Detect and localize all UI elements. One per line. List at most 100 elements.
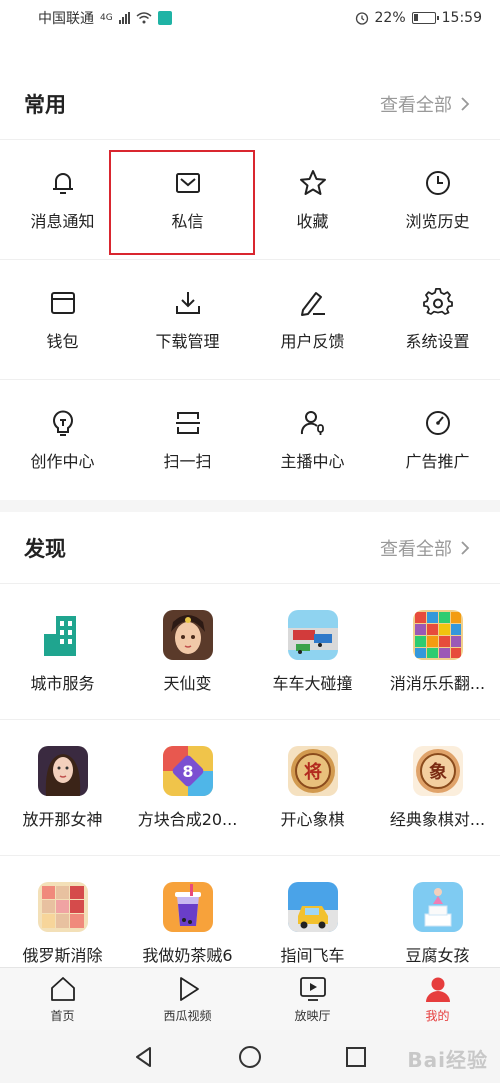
see-all-label: 查看全部 [380, 94, 452, 116]
tab-label: 首页 [50, 1009, 75, 1023]
discover-row-2: 放开那女神 8 方块合成20... 将 开心象棋 象 经典象棋对... [0, 720, 500, 856]
discover-item-tianxianbian[interactable]: 天仙变 [125, 584, 250, 719]
discover-item-city-services[interactable]: 城市服务 [0, 584, 125, 719]
common-title: 常用 [24, 92, 66, 117]
tab-mine[interactable]: 我的 [375, 968, 500, 1030]
game-block-merge-icon: 8 [162, 745, 213, 796]
game-taxi-icon [287, 882, 338, 932]
download-icon [175, 291, 200, 314]
carrier-label: 中国联通 [38, 11, 94, 27]
common-item-history[interactable]: 浏览历史 [375, 140, 500, 259]
watermark: Bai经验 [407, 1048, 488, 1072]
back-icon[interactable] [132, 1045, 156, 1069]
battery-icon [411, 12, 439, 24]
common-item-notifications[interactable]: 消息通知 [0, 140, 125, 259]
tab-label: 我的 [425, 1009, 450, 1023]
top-spacer [0, 36, 500, 68]
common-item-wallet[interactable]: 钱包 [0, 260, 125, 379]
play-icon [179, 977, 199, 1001]
status-bar: 中国联通 4G 22% 15:59 [0, 0, 500, 36]
item-label: 经典象棋对... [389, 809, 486, 829]
signal-icon [118, 12, 130, 24]
discover-item-happy-chess[interactable]: 将 开心象棋 [250, 720, 375, 855]
item-label: 主播中心 [280, 452, 345, 471]
item-label: 系统设置 [405, 331, 470, 351]
discover-item-classic-chess[interactable]: 象 经典象棋对... [375, 720, 500, 855]
home-button-icon[interactable] [238, 1045, 262, 1069]
chevron-right-icon [461, 540, 470, 555]
chevron-right-icon [461, 96, 470, 111]
alarm-icon [355, 12, 368, 25]
common-item-favorites[interactable]: 收藏 [250, 140, 375, 259]
discover-header: 发现 查看全部 [0, 512, 500, 584]
item-label: 天仙变 [163, 673, 212, 693]
common-item-settings[interactable]: 系统设置 [375, 260, 500, 379]
pen-icon [300, 291, 325, 316]
svg-text:将: 将 [304, 761, 322, 783]
item-label: 扫一扫 [163, 452, 212, 471]
common-item-creator-center[interactable]: 创作中心 [0, 380, 125, 500]
common-item-feedback[interactable]: 用户反馈 [250, 260, 375, 379]
gear-icon [422, 287, 453, 315]
item-label: 收藏 [296, 211, 329, 231]
common-item-scan[interactable]: 扫一扫 [125, 380, 250, 500]
bottom-tab-bar: 首页 西瓜视频 放映厅 我的 [0, 967, 500, 1030]
gauge-icon [425, 411, 450, 435]
item-label: 放开那女神 [22, 809, 103, 829]
item-label: 我做奶茶贼6 [142, 946, 233, 965]
wifi-icon [136, 12, 152, 24]
item-label: 开心象棋 [280, 809, 345, 829]
item-label: 俄罗斯消除 [22, 946, 103, 965]
common-row-2: 钱包 下载管理 用户反馈 系统设置 [0, 260, 500, 380]
common-row-1: 消息通知 私信 收藏 浏览历史 [0, 140, 500, 260]
tab-label: 西瓜视频 [163, 1009, 212, 1023]
user-icon [425, 977, 450, 1002]
common-row-3: 创作中心 扫一扫 主播中心 广告推广 [0, 380, 500, 500]
common-item-downloads[interactable]: 下载管理 [125, 260, 250, 379]
item-label: 豆腐女孩 [405, 946, 470, 965]
bell-icon [52, 172, 73, 194]
common-item-anchor-center[interactable]: 主播中心 [250, 380, 375, 500]
home-icon [50, 977, 75, 1001]
item-label: 创作中心 [30, 452, 95, 471]
common-item-messages[interactable]: 私信 [125, 140, 250, 259]
svg-text:8: 8 [182, 762, 193, 781]
anchor-user-icon [300, 411, 324, 435]
svg-text:象: 象 [429, 761, 447, 783]
common-header: 常用 查看全部 [0, 68, 500, 140]
tab-home[interactable]: 首页 [0, 968, 125, 1030]
item-label: 车车大碰撞 [272, 673, 353, 693]
common-see-all-link[interactable]: 查看全部 [380, 91, 470, 117]
app-badge-icon [157, 11, 172, 25]
item-label: 广告推广 [405, 452, 470, 471]
item-label: 指间飞车 [280, 946, 345, 965]
discover-item-goddess[interactable]: 放开那女神 [0, 720, 125, 855]
game-car-crash-icon [287, 609, 338, 660]
recents-icon[interactable] [344, 1045, 368, 1069]
battery-percent: 22% [374, 10, 406, 26]
discover-item-car-crash[interactable]: 车车大碰撞 [250, 584, 375, 719]
game-chess-jiang-icon: 将 [287, 745, 338, 796]
item-label: 浏览历史 [405, 211, 470, 231]
common-item-advertising[interactable]: 广告推广 [375, 380, 500, 500]
discover-see-all-link[interactable]: 查看全部 [380, 535, 470, 561]
item-label: 下载管理 [155, 331, 220, 351]
discover-item-block-merge[interactable]: 8 方块合成20... [125, 720, 250, 855]
game-blocks-icon [412, 609, 463, 660]
item-label: 用户反馈 [280, 331, 345, 351]
tab-cinema[interactable]: 放映厅 [250, 968, 375, 1030]
game-tofu-girl-icon [412, 882, 463, 932]
game-tetris-icon [37, 882, 88, 932]
game-chess-xiang-icon: 象 [412, 745, 463, 796]
tab-label: 放映厅 [294, 1009, 331, 1023]
item-label: 私信 [171, 211, 204, 231]
discover-title: 发现 [24, 536, 66, 561]
game-milk-tea-icon [162, 882, 213, 932]
discover-item-xiaoxiaole[interactable]: 消消乐乐翻... [375, 584, 500, 719]
clock-icon [425, 170, 450, 195]
item-label: 钱包 [46, 331, 79, 351]
item-label: 消消乐乐翻... [389, 673, 486, 693]
star-icon [299, 169, 326, 195]
tab-xigua-video[interactable]: 西瓜视频 [125, 968, 250, 1030]
scan-icon [175, 412, 200, 434]
